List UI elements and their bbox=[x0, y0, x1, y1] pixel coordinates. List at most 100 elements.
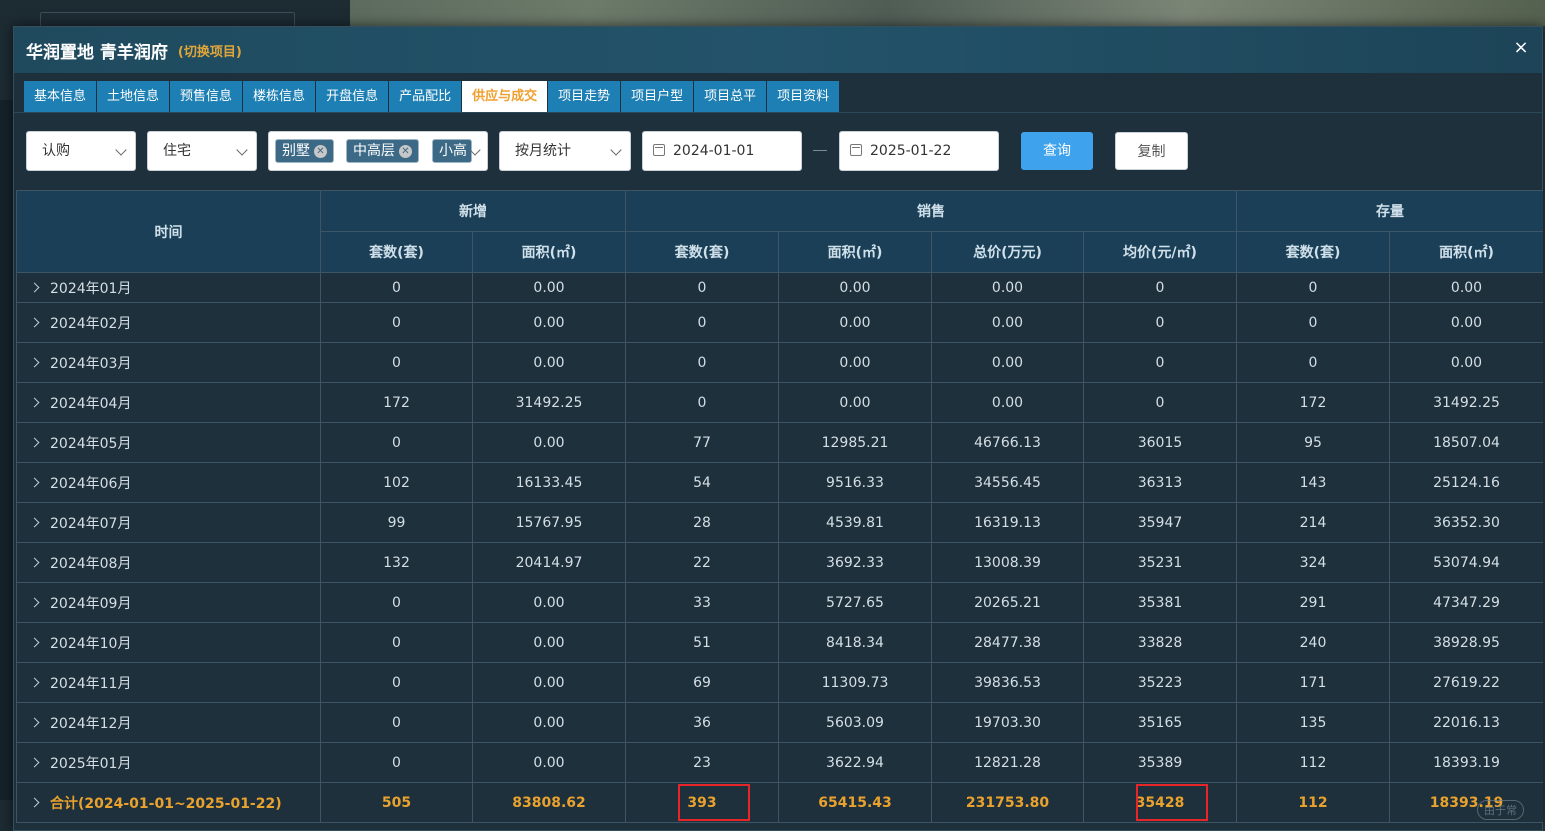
table-row[interactable]: 2024年08月 132 20414.97 22 3692.33 13008.39 3523… bbox=[16, 542, 1543, 583]
cell-value: 0.00 bbox=[839, 394, 871, 411]
tag-small-highrise[interactable]: 小高 bbox=[432, 139, 472, 163]
table-row[interactable]: 2024年05月 0 0.00 77 12985.21 46766.13 36015 95 18… bbox=[16, 422, 1543, 463]
value-cell: 0.00 bbox=[778, 342, 932, 383]
header-new-units[interactable]: 套数(套) bbox=[320, 231, 473, 273]
product-multi-select[interactable]: 别墅 ✕ 中高层 ✕ 小高 bbox=[268, 131, 488, 171]
tab-3[interactable]: 楼栋信息 bbox=[243, 81, 316, 112]
expand-chevron-icon[interactable] bbox=[29, 757, 40, 767]
tab-7[interactable]: 项目走势 bbox=[548, 81, 621, 112]
header-stock-area[interactable]: 面积(㎡) bbox=[1389, 231, 1543, 273]
tab-2[interactable]: 预售信息 bbox=[170, 81, 243, 112]
value-cell: 0 bbox=[320, 742, 473, 783]
header-sales-area[interactable]: 面积(㎡) bbox=[778, 231, 932, 273]
value-cell: 0 bbox=[1236, 302, 1390, 343]
cell-value: 132 bbox=[383, 554, 410, 571]
close-icon[interactable]: × bbox=[1510, 37, 1532, 59]
tag-label: 别墅 bbox=[282, 143, 310, 159]
time-cell: 2024年12月 bbox=[16, 702, 321, 743]
expand-chevron-icon[interactable] bbox=[29, 477, 40, 487]
background-map bbox=[350, 0, 1545, 26]
tab-9[interactable]: 项目总平 bbox=[694, 81, 767, 112]
cell-value: 0.00 bbox=[839, 354, 871, 371]
value-cell: 0 bbox=[625, 272, 779, 303]
value-cell: 28 bbox=[625, 502, 779, 543]
expand-chevron-icon[interactable] bbox=[29, 282, 40, 292]
header-sales-total-price[interactable]: 总价(万元) bbox=[931, 231, 1084, 273]
table-row[interactable]: 2024年09月 0 0.00 33 5727.65 20265.21 35381 291 47… bbox=[16, 582, 1543, 623]
header-sales-avg-price[interactable]: 均价(元/㎡) bbox=[1083, 231, 1237, 273]
expand-chevron-icon[interactable] bbox=[29, 397, 40, 407]
value-cell: 0.00 bbox=[1389, 342, 1543, 383]
cell-value: 9516.33 bbox=[826, 474, 884, 491]
expand-chevron-icon[interactable] bbox=[29, 797, 40, 807]
value-cell: 0 bbox=[320, 342, 473, 383]
expand-chevron-icon[interactable] bbox=[29, 317, 40, 327]
value-cell: 0 bbox=[320, 582, 473, 623]
table-row[interactable]: 2024年06月 102 16133.45 54 9516.33 34556.45 3631… bbox=[16, 462, 1543, 503]
tab-0[interactable]: 基本信息 bbox=[24, 81, 97, 112]
header-sales-units[interactable]: 套数(套) bbox=[625, 231, 779, 273]
copy-button[interactable]: 复制 bbox=[1115, 132, 1188, 170]
table-row[interactable]: 2024年12月 0 0.00 36 5603.09 19703.30 35165 135 22… bbox=[16, 702, 1543, 743]
tag-villa[interactable]: 别墅 ✕ bbox=[275, 139, 334, 163]
tab-5[interactable]: 产品配比 bbox=[389, 81, 462, 112]
cell-value: 0 bbox=[1308, 279, 1318, 296]
tab-10[interactable]: 项目资料 bbox=[767, 81, 840, 112]
table-row[interactable]: 2025年01月 0 0.00 23 3622.94 12821.28 35389 112 18… bbox=[16, 742, 1543, 783]
cell-value: 0 bbox=[697, 314, 707, 331]
total-row[interactable]: 合计(2024-01-01~2025-01-22) 505 83808.62 393 6… bbox=[16, 782, 1543, 823]
expand-chevron-icon[interactable] bbox=[29, 437, 40, 447]
tab-8[interactable]: 项目户型 bbox=[621, 81, 694, 112]
table-row[interactable]: 2024年04月 172 31492.25 0 0.00 0.00 0 172 31492.25 bbox=[16, 382, 1543, 423]
time-cell: 2024年07月 bbox=[16, 502, 321, 543]
expand-chevron-icon[interactable] bbox=[29, 597, 40, 607]
header-new-area[interactable]: 面积(㎡) bbox=[472, 231, 626, 273]
value-cell: 0.00 bbox=[778, 382, 932, 423]
tab-4[interactable]: 开盘信息 bbox=[316, 81, 389, 112]
query-button[interactable]: 查询 bbox=[1021, 132, 1093, 170]
cell-value: 0 bbox=[697, 394, 707, 411]
start-date-input[interactable]: 2024-01-01 bbox=[642, 131, 802, 171]
value-cell: 83808.62 bbox=[472, 782, 626, 823]
value-cell: 46766.13 bbox=[931, 422, 1084, 463]
stat-select[interactable]: 按月统计 bbox=[499, 131, 631, 171]
end-date-value: 2025-01-22 bbox=[870, 143, 952, 159]
switch-project-link[interactable]: (切换项目) bbox=[178, 41, 242, 60]
tag-close-icon[interactable]: ✕ bbox=[314, 145, 327, 158]
tag-midrise[interactable]: 中高层 ✕ bbox=[346, 139, 419, 163]
expand-chevron-icon[interactable] bbox=[29, 637, 40, 647]
time-label: 2024年08月 bbox=[50, 555, 132, 572]
expand-chevron-icon[interactable] bbox=[29, 517, 40, 527]
table-row[interactable]: 2024年07月 99 15767.95 28 4539.81 16319.13 35947… bbox=[16, 502, 1543, 543]
tab-6[interactable]: 供应与成交 bbox=[462, 81, 548, 112]
cell-value: 95 bbox=[1304, 434, 1322, 451]
expand-chevron-icon[interactable] bbox=[29, 557, 40, 567]
cell-value: 22 bbox=[693, 554, 711, 571]
cell-value: 16319.13 bbox=[974, 514, 1041, 531]
expand-chevron-icon[interactable] bbox=[29, 357, 40, 367]
header-stock-units[interactable]: 套数(套) bbox=[1236, 231, 1390, 273]
expand-chevron-icon[interactable] bbox=[29, 677, 40, 687]
value-cell: 0 bbox=[320, 272, 473, 303]
expand-chevron-icon[interactable] bbox=[29, 717, 40, 727]
cell-value: 15767.95 bbox=[515, 514, 583, 531]
value-cell: 51 bbox=[625, 622, 779, 663]
table-row[interactable]: 2024年03月 0 0.00 0 0.00 0.00 0 0 0.00 bbox=[16, 342, 1543, 383]
table-row[interactable]: 2024年01月 0 0.00 0 0.00 0.00 0 0 0.00 bbox=[16, 272, 1543, 303]
tab-1[interactable]: 土地信息 bbox=[97, 81, 170, 112]
type-select[interactable]: 认购 bbox=[26, 131, 136, 171]
value-cell: 0.00 bbox=[472, 742, 626, 783]
cell-value: 135 bbox=[1299, 714, 1327, 731]
cell-value: 65415.43 bbox=[818, 794, 892, 811]
usage-select[interactable]: 住宅 bbox=[147, 131, 257, 171]
value-cell: 22016.13 bbox=[1389, 702, 1543, 743]
cell-value: 36352.30 bbox=[1433, 514, 1500, 531]
time-cell: 2024年10月 bbox=[16, 622, 321, 663]
table-row[interactable]: 2024年10月 0 0.00 51 8418.34 28477.38 33828 240 38… bbox=[16, 622, 1543, 663]
value-cell: 0.00 bbox=[1389, 302, 1543, 343]
time-cell: 2024年01月 bbox=[16, 272, 321, 303]
table-row[interactable]: 2024年02月 0 0.00 0 0.00 0.00 0 0 0.00 bbox=[16, 302, 1543, 343]
tag-close-icon[interactable]: ✕ bbox=[399, 145, 412, 158]
end-date-input[interactable]: 2025-01-22 bbox=[839, 131, 999, 171]
table-row[interactable]: 2024年11月 0 0.00 69 11309.73 39836.53 35223 171 2… bbox=[16, 662, 1543, 703]
